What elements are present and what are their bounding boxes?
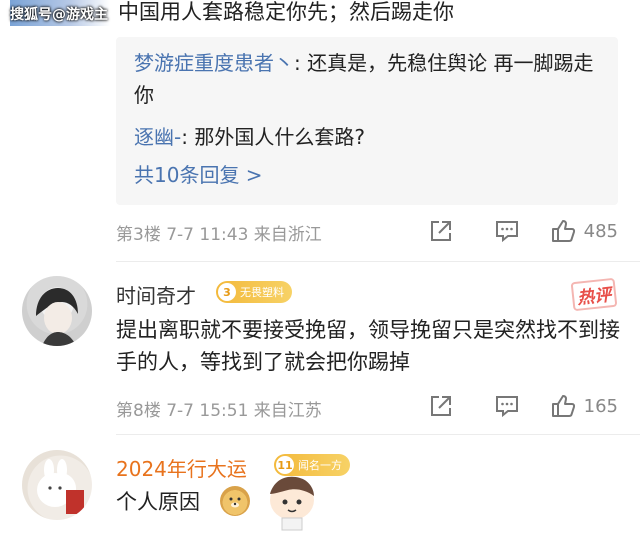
reply-item: 逐幽-: 那外国人什么套路? bbox=[134, 121, 365, 153]
watermark-text: 搜狐号@游戏主 bbox=[10, 7, 108, 23]
share-icon[interactable] bbox=[428, 218, 454, 244]
reply-thread-box[interactable]: 梦游症重度患者丶: 还真是，先稳住舆论 再一脚踢走你 逐幽-: 那外国人什么套路… bbox=[116, 37, 618, 205]
like-count: 485 bbox=[583, 220, 618, 242]
comment-actions: 485 bbox=[428, 218, 618, 244]
comment-text: 提出离职就不要接受挽留，领导挽留只是突然找不到接手的人，等找到了就会把你踢掉 bbox=[116, 318, 620, 374]
share-icon[interactable] bbox=[428, 393, 454, 419]
hot-comment-tag: 热评 bbox=[570, 277, 618, 312]
reply-nickname[interactable]: 梦游症重度患者丶 bbox=[134, 51, 294, 75]
reply-item: 梦游症重度患者丶: 还真是，先稳住舆论 再一脚踢走你 bbox=[134, 47, 604, 111]
username[interactable]: 2024年行大运 bbox=[116, 453, 247, 482]
more-replies-link[interactable]: 共10条回复 > bbox=[134, 159, 263, 188]
comment-text-top: 中国用人套路稳定你先；然后踢走你 bbox=[118, 0, 454, 24]
badge-level: 3 bbox=[218, 283, 236, 301]
reply-text: : 那外国人什么套路? bbox=[181, 125, 365, 149]
like-icon[interactable] bbox=[550, 218, 576, 244]
username[interactable]: 时间奇才 bbox=[116, 280, 196, 309]
comment-meta: 第8楼 7-7 15:51 来自江苏 bbox=[116, 401, 322, 421]
avatar[interactable] bbox=[22, 276, 92, 346]
fan-badge: 3 无畏塑料 bbox=[216, 281, 292, 303]
doge-emoji-icon bbox=[220, 486, 250, 516]
comment-icon[interactable] bbox=[494, 218, 520, 244]
divider bbox=[116, 261, 640, 262]
divider bbox=[116, 434, 640, 435]
avatar[interactable] bbox=[22, 450, 92, 520]
comment-actions: 165 bbox=[428, 393, 618, 419]
badge-text: 无畏塑料 bbox=[240, 286, 284, 299]
comment-icon[interactable] bbox=[494, 393, 520, 419]
like-icon[interactable] bbox=[550, 393, 576, 419]
comment-text: 个人原因 bbox=[116, 490, 200, 514]
like-count: 165 bbox=[583, 395, 618, 417]
comment-meta: 第3楼 7-7 11:43 来自浙江 bbox=[116, 225, 322, 245]
anime-sticker-icon bbox=[262, 470, 322, 532]
reply-nickname[interactable]: 逐幽- bbox=[134, 125, 181, 149]
